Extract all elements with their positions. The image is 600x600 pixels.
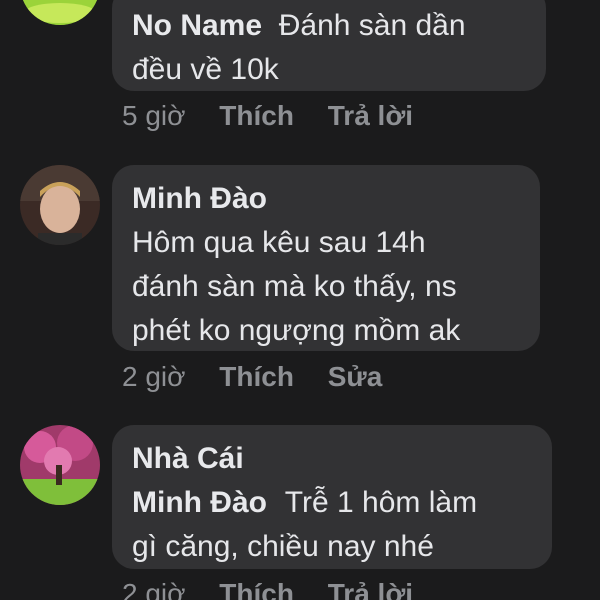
comment-first-line: No Name Đánh sàn dần [132, 4, 526, 48]
avatar-nha-cai[interactable] [20, 425, 100, 505]
comment-author[interactable]: No Name [132, 9, 262, 42]
comment-text-line: phét ko ngượng mồm ak [132, 314, 461, 347]
comment-bubble: Minh Đào Hôm qua kêu sau 14h đánh sàn mà… [112, 165, 540, 351]
like-button[interactable]: Thích [219, 361, 294, 392]
edit-button[interactable]: Sửa [328, 361, 383, 392]
reply-button[interactable]: Trả lời [328, 100, 413, 131]
comment-time: 5 giờ [122, 100, 186, 131]
comment-author[interactable]: Minh Đào [132, 182, 267, 215]
comment-author-line: Nhà Cái [132, 437, 532, 481]
comment-text-line: gì căng, chiều nay nhé [132, 530, 434, 563]
comment-text-line: đánh sàn mà ko thấy, ns [132, 270, 457, 303]
like-button[interactable]: Thích [219, 100, 294, 131]
comment-text: Trễ 1 hôm làm [284, 486, 478, 519]
avatar-image [20, 165, 100, 245]
mention-tag[interactable]: Minh Đào [132, 486, 267, 519]
avatar-image [20, 425, 100, 505]
comment-actions: 2 giờ Thích Trả lời [122, 578, 439, 600]
comment-actions: 5 giờ Thích Trả lời [122, 100, 439, 132]
comment-actions: 2 giờ Thích Sửa [122, 361, 408, 393]
avatar-image [20, 0, 100, 25]
avatar-minh-dao[interactable] [20, 165, 100, 245]
like-button[interactable]: Thích [219, 578, 294, 600]
comment-text-line: Hôm qua kêu sau 14h [132, 226, 426, 259]
comment-text-line: Minh Đào Trễ 1 hôm làm [132, 481, 532, 525]
comment-text-line: đều về 10k [132, 53, 279, 86]
comment-time: 2 giờ [122, 578, 186, 600]
reply-button[interactable]: Trả lời [328, 578, 413, 600]
comment-thread: No Name Đánh sàn dần đều về 10k 5 giờ Th… [0, 0, 600, 600]
comment-time: 2 giờ [122, 361, 186, 392]
comment-author[interactable]: Nhà Cái [132, 442, 244, 475]
avatar-no-name[interactable] [20, 0, 100, 25]
comment-bubble: Nhà Cái Minh Đào Trễ 1 hôm làm gì căng, … [112, 425, 552, 569]
comment-text: Đánh sàn dần [278, 9, 466, 42]
comment-author-line: Minh Đào [132, 177, 520, 221]
comment-bubble: No Name Đánh sàn dần đều về 10k [112, 0, 546, 91]
